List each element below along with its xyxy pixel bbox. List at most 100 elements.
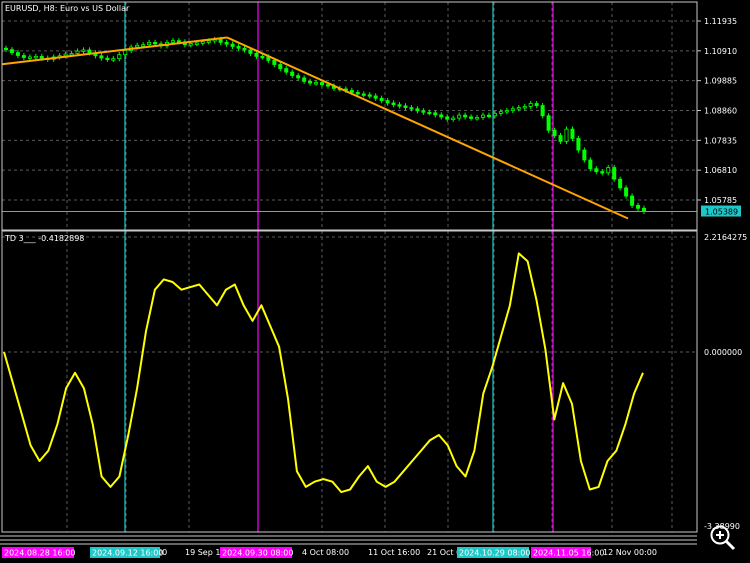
candle-body xyxy=(194,42,199,45)
price-tick-label: 1.10910 xyxy=(704,47,737,56)
candle-body xyxy=(546,115,551,131)
candle-body xyxy=(558,135,563,142)
candle-body xyxy=(510,108,515,111)
candle-body xyxy=(75,50,80,54)
candle-body xyxy=(218,39,223,43)
candle-body xyxy=(564,128,569,142)
time-marker-label: 2024.08.28 16:00 xyxy=(4,549,75,558)
candle-body xyxy=(308,80,313,84)
candle-body xyxy=(492,113,497,117)
candle-body xyxy=(39,55,44,59)
candle-body xyxy=(636,204,641,209)
candle-body xyxy=(123,50,128,56)
candle-body xyxy=(135,44,140,48)
candle-body xyxy=(427,111,432,115)
time-tick-label: 4 Oct 08:00 xyxy=(302,548,349,557)
candle-body xyxy=(170,40,175,43)
candle-body xyxy=(463,114,468,118)
candle-body xyxy=(379,97,384,102)
indicator-tick-label: 0.000000 xyxy=(704,348,742,357)
price-tick-label: 1.06810 xyxy=(704,166,737,175)
candle-body xyxy=(415,108,420,112)
time-marker-label: 2024.09.30 08:00 xyxy=(222,549,293,558)
candle-body xyxy=(224,41,229,45)
candle-body xyxy=(403,105,408,108)
time-marker-label: 2024.11.05 16:00 xyxy=(533,549,604,558)
candle-body xyxy=(582,149,587,161)
candle-body xyxy=(4,47,9,51)
candle-body xyxy=(296,75,301,79)
candle-body xyxy=(21,55,26,58)
candle-body xyxy=(254,53,259,57)
candle-body xyxy=(618,178,623,189)
candle-body xyxy=(272,60,277,65)
symbol-label: EURUSD, H8: Euro vs US Dollar xyxy=(5,4,130,13)
time-axis: 00 19 Sep 16 4 Oct 08:00 11 Oct 16:00 21 Oct… xyxy=(2,547,657,558)
candle-body xyxy=(391,102,396,106)
candle-body xyxy=(87,49,92,54)
trading-chart[interactable]: 1.11935 1.10910 1.09885 1.08860 1.07835 1.068… xyxy=(0,0,750,563)
candle-body xyxy=(439,114,444,118)
candle-body xyxy=(469,116,474,119)
magnifier-zoom-icon[interactable] xyxy=(706,522,742,552)
candle-body xyxy=(421,110,426,113)
candle-body xyxy=(141,44,146,47)
candle-body xyxy=(588,159,593,170)
candle-body xyxy=(176,40,181,43)
candle-body xyxy=(278,64,283,69)
price-tick-label: 1.11935 xyxy=(704,17,737,26)
time-tick-label: 21 Oct 0 xyxy=(427,548,461,557)
price-tick-label: 1.07835 xyxy=(704,136,737,145)
candle-body xyxy=(290,71,295,76)
candle-body xyxy=(99,55,104,59)
time-marker-label: 2024.09.12 16:00 xyxy=(92,549,163,558)
candle-body xyxy=(397,104,402,107)
candle-body xyxy=(498,111,503,114)
candle-body xyxy=(206,40,211,43)
candle-body xyxy=(117,54,122,60)
candle-body xyxy=(33,55,38,59)
candle-body xyxy=(552,129,557,136)
candle-body xyxy=(600,171,605,174)
candle-body xyxy=(594,168,599,173)
price-tick-label: 1.05785 xyxy=(704,196,737,205)
indicator-tick-label: 2.2164275 xyxy=(704,233,747,242)
candle-body xyxy=(409,107,414,110)
candle-body xyxy=(475,117,480,120)
candle-body xyxy=(522,106,527,109)
time-tick-label: 12 Nov 00:00 xyxy=(603,548,657,557)
candle-body xyxy=(570,128,575,139)
candle-body xyxy=(302,77,307,82)
time-tick-label: 11 Oct 16:00 xyxy=(368,548,420,557)
candle-body xyxy=(314,82,319,85)
candle-body xyxy=(445,116,450,120)
candle-body xyxy=(606,167,611,174)
candle-body xyxy=(69,53,74,56)
candle-body xyxy=(528,103,533,107)
candle-body xyxy=(642,207,647,212)
candle-body xyxy=(248,49,253,54)
candle-body xyxy=(630,195,635,206)
indicator-label: TD 3___ -0.4182898 xyxy=(4,234,84,243)
candle-body xyxy=(504,110,509,113)
candle-body xyxy=(349,90,354,93)
price-tick-label: 1.09885 xyxy=(704,77,737,86)
time-marker-label: 2024.10.29 08:00 xyxy=(459,549,530,558)
candle-body xyxy=(236,46,241,49)
candle-body xyxy=(355,92,360,95)
candle-body xyxy=(433,112,438,116)
candle-body xyxy=(612,167,617,180)
candle-body xyxy=(105,57,110,61)
zoom-handle xyxy=(724,539,736,551)
candle-body xyxy=(188,43,193,46)
candle-body xyxy=(486,114,491,118)
price-tick-label: 1.08860 xyxy=(704,107,737,116)
candle-body xyxy=(385,100,390,104)
candle-body xyxy=(9,49,14,53)
candle-body xyxy=(540,105,545,117)
candle-body xyxy=(260,55,265,59)
candle-body xyxy=(320,82,325,85)
candle-body xyxy=(15,52,20,56)
candle-body xyxy=(576,138,581,151)
candle-body xyxy=(200,41,205,44)
